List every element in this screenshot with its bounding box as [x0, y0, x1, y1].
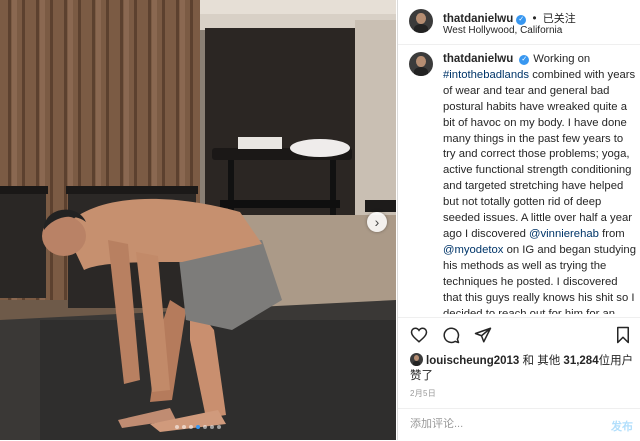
paper-plane-icon[interactable]: [474, 326, 492, 344]
caption-username[interactable]: thatdanielwu: [443, 53, 513, 65]
caption-body: Working on #intothebadlands combined wit…: [443, 53, 636, 314]
liker-username[interactable]: louischeung2013: [426, 355, 519, 367]
caption-text-segment: from: [598, 227, 625, 240]
dot-separator: •: [532, 13, 537, 25]
caption-author-avatar[interactable]: [409, 52, 433, 76]
mention-link[interactable]: @myodetox: [443, 244, 503, 256]
post-caption: thatdanielwu ✓ Working on #intothebadlands…: [409, 52, 637, 314]
liker-avatar[interactable]: [410, 353, 423, 366]
post-media[interactable]: ›: [0, 0, 396, 440]
carousel-dot: [175, 425, 179, 429]
gym-photo: [0, 0, 396, 440]
likes-and-others: 和 其他: [522, 355, 561, 367]
likes-summary: louischeung2013 和 其他 31,284位用户: [410, 352, 633, 368]
likes-suffix: 位用户: [598, 355, 634, 367]
caption-text-segment: Working on: [533, 53, 591, 65]
mention-link[interactable]: @vinnierehab: [529, 228, 599, 240]
verified-badge-icon: ✓: [519, 55, 530, 65]
hashtag-link[interactable]: #intothebadlands: [443, 69, 529, 81]
likes-count[interactable]: 31,284: [563, 355, 598, 367]
carousel-dot: [210, 425, 214, 429]
bookmark-icon[interactable]: [614, 326, 632, 344]
carousel-dot: [203, 425, 207, 429]
carousel-next-button[interactable]: ›: [367, 212, 387, 232]
caption-text: thatdanielwu ✓ Working on #intothebadlands…: [443, 52, 637, 314]
post-sidebar: thatdanielwu ✓ • 已关注 West Hollywood, Cali…: [397, 0, 640, 440]
carousel-dot: [217, 425, 221, 429]
carousel-dot: [182, 425, 186, 429]
comment-bar: 发布: [398, 408, 640, 441]
author-avatar[interactable]: [409, 9, 433, 33]
post-date[interactable]: 2月5日: [410, 388, 436, 399]
post-header: thatdanielwu ✓ • 已关注 West Hollywood, Cali…: [398, 0, 640, 45]
heart-icon[interactable]: [410, 326, 428, 344]
carousel-dot: [189, 425, 193, 429]
author-username[interactable]: thatdanielwu: [443, 13, 513, 25]
post-location[interactable]: West Hollywood, California: [443, 25, 562, 36]
likes-liked-text: 赞了: [410, 370, 433, 382]
carousel-indicator: [0, 416, 396, 434]
comment-input[interactable]: [410, 418, 580, 430]
post-comment-button[interactable]: 发布: [611, 418, 633, 434]
instagram-post-view: › thatdanielwu ✓ • 已关注 West Hollywood, Ca…: [0, 0, 640, 440]
verified-badge-icon: ✓: [516, 15, 527, 25]
chevron-right-icon: ›: [374, 214, 380, 230]
carousel-dot: [196, 425, 200, 429]
post-actions-bar: [398, 317, 640, 352]
comment-icon[interactable]: [442, 326, 460, 344]
following-button[interactable]: 已关注: [543, 13, 576, 25]
caption-text-segment: combined with years of wear and tear and…: [443, 68, 636, 240]
